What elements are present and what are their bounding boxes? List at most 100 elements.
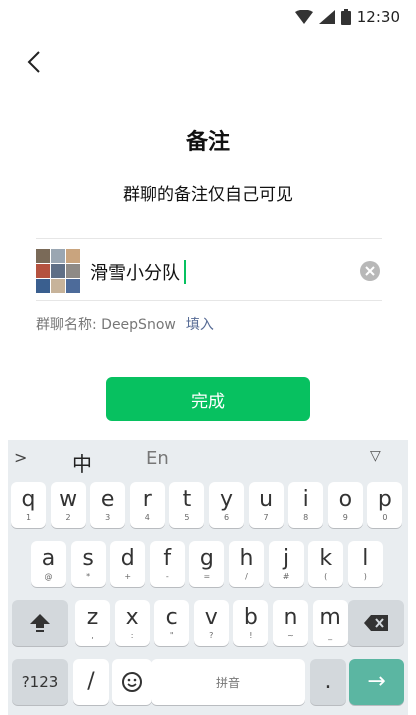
- key-x[interactable]: x:: [114, 600, 150, 646]
- key-sub-label: +: [124, 571, 132, 581]
- key-sub-label: _: [328, 630, 333, 640]
- slash-key[interactable]: /: [73, 659, 109, 705]
- key-main-label: b: [243, 604, 258, 630]
- key-main-label: d: [120, 545, 135, 571]
- shift-key[interactable]: [12, 600, 68, 646]
- key-main-label: g: [199, 545, 214, 571]
- clear-input-button[interactable]: [360, 261, 380, 281]
- enter-key[interactable]: →: [349, 659, 404, 705]
- keyboard-expand-button[interactable]: >: [14, 448, 27, 467]
- key-main-label: f: [163, 545, 172, 571]
- key-sub-label: 5: [184, 512, 190, 522]
- emoji-icon: [122, 672, 142, 692]
- key-main-label: h: [239, 545, 254, 571]
- key-j[interactable]: j #: [268, 541, 304, 587]
- key-sub-label: 4: [144, 512, 150, 522]
- key-sub-label: :: [130, 630, 134, 640]
- numbers-key-label: ?123: [21, 673, 59, 691]
- space-key[interactable]: 拼音: [151, 659, 305, 705]
- key-sub-label: 8: [303, 512, 309, 522]
- remark-input-text: 滑雪小分队: [90, 263, 180, 284]
- key-main-label: r: [142, 486, 152, 512]
- key-f[interactable]: f-: [149, 541, 185, 587]
- done-button[interactable]: 完成: [106, 377, 310, 421]
- key-o[interactable]: o9: [327, 482, 363, 528]
- remark-input[interactable]: 滑雪小分队: [90, 259, 186, 285]
- key-sub-label: (: [324, 571, 328, 581]
- key-sub-label: 2: [65, 512, 71, 522]
- key-main-label: t: [182, 486, 192, 512]
- key-d[interactable]: d +: [110, 541, 146, 587]
- key-sub-label: 3: [105, 512, 111, 522]
- key-sub-label: 7: [263, 512, 269, 522]
- key-main-label: x: [125, 604, 139, 630]
- key-h[interactable]: h /: [229, 541, 264, 587]
- key-m[interactable]: m _: [312, 600, 348, 646]
- key-sub-label: ?: [209, 630, 214, 640]
- key-n[interactable]: n ~: [273, 600, 308, 646]
- english-mode-button[interactable]: En: [146, 448, 169, 469]
- close-icon: [365, 266, 375, 276]
- key-main-label: s: [82, 545, 94, 571]
- period-key[interactable]: .: [310, 659, 346, 705]
- key-z[interactable]: z,: [75, 600, 110, 646]
- status-time: 12:30: [356, 8, 400, 26]
- key-sub-label: !: [249, 630, 253, 640]
- key-a[interactable]: a @: [31, 541, 66, 587]
- key-q[interactable]: q1: [11, 482, 46, 528]
- key-sub-label: /: [245, 571, 248, 581]
- key-sub-label: ": [169, 630, 174, 640]
- text-caret: [184, 260, 186, 284]
- key-main-label: k: [319, 545, 333, 571]
- key-e[interactable]: e3: [90, 482, 126, 528]
- key-sub-label: =: [203, 571, 211, 581]
- backspace-icon: [364, 615, 388, 631]
- key-b[interactable]: b!: [233, 600, 269, 646]
- key-c[interactable]: c ": [154, 600, 190, 646]
- back-button[interactable]: [20, 48, 48, 76]
- key-g[interactable]: g =: [189, 541, 225, 587]
- key-t[interactable]: t5: [169, 482, 205, 528]
- key-main-label: u: [259, 486, 274, 512]
- slash-key-label: /: [87, 669, 95, 694]
- chevron-left-icon: [27, 51, 40, 73]
- key-p[interactable]: p0: [367, 482, 403, 528]
- fill-in-link[interactable]: 填入: [186, 314, 214, 334]
- key-main-label: q: [21, 486, 36, 512]
- space-key-label: 拼音: [215, 675, 240, 690]
- key-sub-label: ): [363, 571, 367, 581]
- emoji-key[interactable]: [112, 659, 152, 705]
- cellular-signal-icon: [318, 10, 335, 24]
- key-w[interactable]: w2: [50, 482, 86, 528]
- key-l[interactable]: l): [347, 541, 383, 587]
- remark-input-row[interactable]: 滑雪小分队: [36, 238, 382, 301]
- key-main-label: l: [362, 545, 369, 571]
- group-name-label: 群聊名称: DeepSnow: [36, 317, 176, 333]
- key-main-label: z: [86, 604, 99, 630]
- group-name-row: 群聊名称: DeepSnow 填入: [36, 314, 214, 334]
- keyboard-collapse-button[interactable]: ▽: [370, 448, 381, 464]
- key-s[interactable]: s *: [70, 541, 106, 587]
- key-i[interactable]: i8: [288, 482, 324, 528]
- key-u[interactable]: u7: [248, 482, 284, 528]
- key-r[interactable]: r4: [129, 482, 165, 528]
- key-y[interactable]: y6: [209, 482, 244, 528]
- page-title: 备注: [185, 130, 230, 155]
- backspace-key[interactable]: [348, 600, 404, 646]
- status-icons: 12:30: [294, 8, 400, 26]
- key-sub-label: *: [86, 571, 91, 581]
- key-main-label: c: [165, 604, 178, 630]
- key-v[interactable]: v?: [193, 600, 229, 646]
- key-sub-label: #: [282, 571, 290, 581]
- key-k[interactable]: k(: [308, 541, 344, 587]
- key-main-label: v: [204, 604, 218, 630]
- wifi-icon: [294, 10, 313, 24]
- key-sub-label: @: [44, 571, 53, 581]
- shift-arrow-icon: [30, 614, 50, 632]
- numbers-key[interactable]: ?123: [12, 659, 68, 705]
- chinese-mode-button[interactable]: 中: [72, 448, 92, 477]
- page-subtitle: 群聊的备注仅自己可见: [123, 185, 293, 205]
- key-main-label: e: [100, 486, 115, 512]
- key-main-label: m: [319, 604, 341, 630]
- key-main-label: j: [283, 545, 290, 571]
